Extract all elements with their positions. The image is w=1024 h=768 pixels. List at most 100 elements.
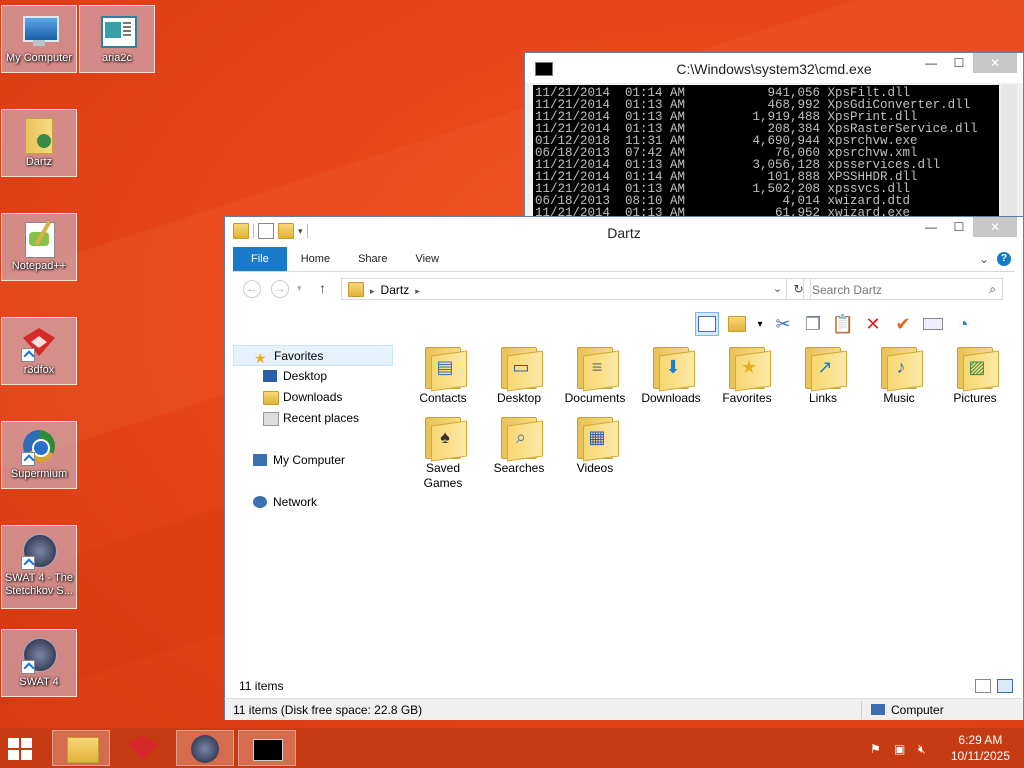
explorer-title: Dartz: [607, 225, 641, 241]
contacts-icon: ▤: [436, 357, 454, 377]
nav-item-recent-places[interactable]: Recent places: [233, 408, 393, 429]
maximize-button[interactable]: ☐: [945, 217, 973, 237]
minimize-button[interactable]: —: [917, 217, 945, 237]
search-input[interactable]: Search Dartz: [812, 283, 882, 297]
desktop-icon-aria2c[interactable]: aria2c: [79, 5, 155, 73]
nav-item-favorites[interactable]: ★ Favorites: [233, 345, 393, 366]
user-folder-icon: [19, 114, 59, 154]
rename-icon[interactable]: [921, 312, 945, 336]
taskbar-swat4[interactable]: [176, 730, 234, 766]
command-toolbar: ▾ ✂ ❐ 📋 ✕ ✔ ◔: [695, 309, 975, 339]
magnifier-icon: ⌕: [515, 427, 527, 447]
explorer-window[interactable]: ▾ Dartz — ☐ ✕ File Home Share View ⌄ ? ←…: [224, 216, 1024, 720]
desktop-icon-notepadpp[interactable]: Notepad++: [1, 213, 77, 281]
folder-item[interactable]: ▨ Pictures: [937, 343, 1013, 406]
cmd-titlebar[interactable]: C:\Windows\system32\cmd.exe — ☐ ✕: [525, 53, 1023, 83]
folder-icon: ♪: [877, 343, 923, 392]
folder-item[interactable]: ▦ Videos: [557, 413, 633, 476]
folder-item[interactable]: ★ Favorites: [709, 343, 785, 406]
picture-icon: ▨: [968, 357, 986, 377]
desktop-icon-dartz[interactable]: Dartz: [1, 109, 77, 177]
minimize-button[interactable]: —: [917, 53, 945, 73]
link-arrow-icon: ↗: [817, 357, 833, 377]
clock-date: 10/11/2025: [950, 749, 1010, 763]
up-arrow-icon[interactable]: ↑: [319, 280, 326, 296]
desktop-icon-label: Notepad++: [11, 260, 67, 272]
nav-item-downloads[interactable]: Downloads: [233, 387, 393, 408]
taskbar-cmd[interactable]: [238, 730, 296, 766]
tab-home[interactable]: Home: [287, 247, 344, 271]
breadcrumb[interactable]: Dartz: [381, 283, 410, 297]
taskbar-file-explorer[interactable]: [52, 730, 110, 766]
chevron-down-icon[interactable]: ⌄: [773, 282, 782, 295]
folder-item[interactable]: ▤ Contacts: [405, 343, 481, 406]
forward-button[interactable]: →: [271, 280, 289, 298]
folder-label: Favorites: [722, 391, 772, 405]
address-row: ← → ▾ ↑ ▸ Dartz ▸ ⌄ ↻ Search Dartz ⌕: [233, 275, 1015, 303]
details-view-icon[interactable]: [975, 679, 991, 693]
paste-icon[interactable]: 📋: [831, 312, 855, 336]
folder-item[interactable]: ≡ Documents: [557, 343, 633, 406]
search-icon: ⌕: [989, 282, 996, 296]
delete-icon[interactable]: ✕: [861, 312, 885, 336]
desktop-icon-swat4[interactable]: SWAT 4: [1, 629, 77, 697]
clock[interactable]: 6:29 AM 10/11/2025: [951, 732, 1010, 764]
item-count: 11 items: [239, 679, 284, 693]
folder-item[interactable]: ⬇ Downloads: [633, 343, 709, 406]
folder-item[interactable]: ♪ Music: [861, 343, 937, 406]
desktop-icon-label: Dartz: [25, 156, 53, 168]
folder-icon: ↗: [801, 343, 847, 392]
clock-time: 6:29 AM: [958, 733, 1003, 747]
chevron-down-icon[interactable]: ▾: [755, 312, 765, 336]
cmd-window[interactable]: C:\Windows\system32\cmd.exe — ☐ ✕ 11/21/…: [524, 52, 1024, 220]
desktop-icon-label: aria2c: [102, 52, 132, 64]
close-button[interactable]: ✕: [973, 53, 1017, 73]
help-icon[interactable]: ?: [997, 252, 1011, 266]
tab-share[interactable]: Share: [344, 247, 401, 271]
nav-item-my-computer[interactable]: My Computer: [233, 450, 393, 471]
desktop-icon-r3dfox[interactable]: r3dfox: [1, 317, 77, 385]
desktop-icon-my-computer[interactable]: My Computer: [1, 5, 77, 73]
recent-locations-icon[interactable]: ▾: [297, 283, 302, 294]
folder-item[interactable]: ▭ Desktop: [481, 343, 557, 406]
expand-ribbon-icon[interactable]: ⌄: [979, 252, 989, 266]
maximize-button[interactable]: ☐: [945, 53, 973, 73]
desktop-icon-swat4-stetchkov[interactable]: SWAT 4 - The Stetchkov S...: [1, 525, 77, 609]
desktop-icon-label: Supermium: [10, 468, 68, 480]
film-icon: ▦: [588, 427, 606, 447]
checkmark-icon[interactable]: ✔: [891, 312, 915, 336]
search-box[interactable]: Search Dartz ⌕: [803, 278, 1003, 300]
status-bar: 11 items (Disk free space: 22.8 GB) Comp…: [224, 698, 1024, 720]
explorer-titlebar[interactable]: ▾ Dartz — ☐ ✕: [225, 217, 1023, 247]
cut-icon[interactable]: ✂: [771, 312, 795, 336]
scrollbar[interactable]: [1001, 85, 1017, 219]
shortcut-arrow-icon: [21, 348, 35, 362]
preview-pane-button[interactable]: [695, 312, 719, 336]
action-center-flag-icon[interactable]: ⚑: [870, 742, 884, 756]
folder-item[interactable]: ♠ Saved Games: [405, 413, 481, 491]
tab-view[interactable]: View: [401, 247, 453, 271]
properties-button[interactable]: [725, 312, 749, 336]
address-bar[interactable]: ▸ Dartz ▸ ⌄: [341, 278, 787, 300]
desktop-icon-supermium[interactable]: Supermium: [1, 421, 77, 489]
start-button[interactable]: [6, 736, 38, 762]
back-button[interactable]: ←: [243, 280, 261, 298]
network-globe-icon[interactable]: ◔: [951, 312, 975, 336]
volume-muted-icon[interactable]: 🔇︎: [918, 742, 932, 756]
tab-file[interactable]: File: [233, 247, 287, 271]
copy-icon[interactable]: ❐: [801, 312, 825, 336]
taskbar-r3dfox[interactable]: [114, 730, 172, 766]
location-label: Computer: [891, 703, 944, 717]
folder-item[interactable]: ↗ Links: [785, 343, 861, 406]
network-icon[interactable]: ▣: [894, 742, 908, 756]
folder-label: Saved Games: [423, 461, 463, 490]
nav-item-desktop[interactable]: Desktop: [233, 366, 393, 387]
close-button[interactable]: ✕: [973, 217, 1017, 237]
large-icons-view-icon[interactable]: [997, 679, 1013, 693]
chess-icon: ♠: [440, 427, 450, 447]
file-view[interactable]: ▤ Contacts ▭ Desktop ≡ Documents ⬇ Downloads ★ Fa…: [405, 343, 1009, 673]
folder-item[interactable]: ⌕ Searches: [481, 413, 557, 476]
console-output[interactable]: 11/21/2014 01:14 AM 941,056 XpsFilt.dll 1…: [533, 85, 999, 219]
folder-label: Documents: [564, 391, 626, 405]
nav-item-network[interactable]: Network: [233, 492, 393, 513]
